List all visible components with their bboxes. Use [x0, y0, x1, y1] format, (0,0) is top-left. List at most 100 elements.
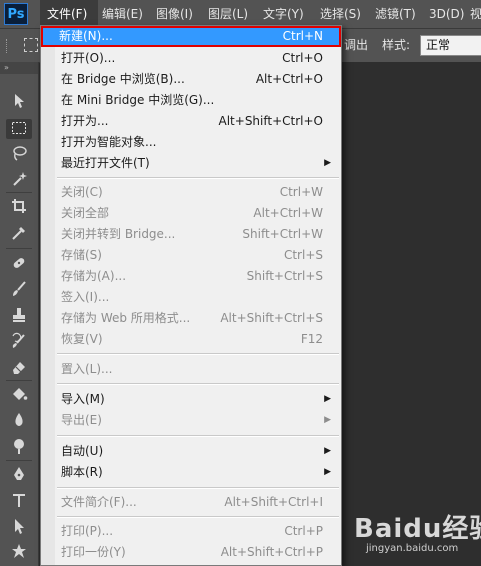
menu-image[interactable]: 图像(I) [156, 0, 193, 28]
menu-item-file-info[interactable]: 文件简介(F)... Alt+Shift+Ctrl+I [41, 492, 341, 513]
menu-item-label: 存储为 Web 所用格式... [61, 311, 191, 325]
menu-view[interactable]: 视 [470, 0, 481, 28]
menu-item-label: 打开为智能对象... [61, 135, 157, 149]
eyedropper-tool-icon[interactable] [6, 224, 32, 244]
menu-item-close-all[interactable]: 关闭全部 Alt+Ctrl+W [41, 203, 341, 224]
move-tool-icon[interactable] [6, 92, 32, 112]
menu-item-new[interactable]: 新建(N)... Ctrl+N [41, 26, 341, 47]
menu-separator [57, 383, 339, 385]
menu-edit[interactable]: 编辑(E) [102, 0, 143, 28]
clone-stamp-tool-icon[interactable] [6, 306, 32, 326]
custom-shape-tool-icon[interactable] [6, 542, 32, 562]
menu-item-shortcut: Shift+Ctrl+W [242, 227, 323, 241]
magic-wand-tool-icon[interactable] [6, 170, 32, 190]
menu-item-close[interactable]: 关闭(C) Ctrl+W [41, 182, 341, 203]
menu-separator [57, 353, 339, 355]
tool-divider [6, 192, 32, 193]
photoshop-logo: Ps [4, 3, 28, 25]
marquee-preset-icon[interactable] [24, 38, 38, 52]
baidu-jingyan-watermark: Baidu经验 [354, 514, 481, 544]
type-tool-icon[interactable] [6, 491, 32, 511]
menu-item-print-one-copy[interactable]: 打印一份(Y) Alt+Shift+Ctrl+P [41, 542, 341, 563]
menu-item-open-as-smart-object[interactable]: 打开为智能对象... [41, 132, 341, 153]
healing-brush-tool-icon[interactable] [6, 254, 32, 274]
menu-separator [57, 516, 339, 518]
menu-layer[interactable]: 图层(L) [208, 0, 248, 28]
menu-item-shortcut: Alt+Ctrl+O [255, 72, 323, 86]
menu-item-print[interactable]: 打印(P)... Ctrl+P [41, 521, 341, 542]
style-select[interactable]: 正常 [420, 35, 481, 56]
menu-item-label: 导入(M) [61, 392, 105, 406]
lasso-tool-icon[interactable] [6, 144, 32, 164]
submenu-arrow-icon: ▶ [324, 467, 331, 477]
menu-item-shortcut: Alt+Shift+Ctrl+I [224, 495, 323, 509]
menu-item-save-for-web[interactable]: 存储为 Web 所用格式... Alt+Shift+Ctrl+S [41, 308, 341, 329]
style-label: 样式: [382, 38, 411, 52]
menu-item-label: 最近打开文件(T) [61, 156, 150, 170]
menu-item-shortcut: Shift+Ctrl+S [246, 269, 323, 283]
menu-item-save-as[interactable]: 存储为(A)... Shift+Ctrl+S [41, 266, 341, 287]
menu-item-label: 文件简介(F)... [61, 495, 137, 509]
menu-item-shortcut: Alt+Shift+Ctrl+P [220, 545, 323, 559]
document-canvas-area[interactable] [342, 62, 481, 566]
menu-item-shortcut: Alt+Shift+Ctrl+O [218, 114, 323, 128]
menu-type[interactable]: 文字(Y) [263, 0, 304, 28]
blur-tool-icon[interactable] [6, 411, 32, 431]
menu-item-browse-in-bridge[interactable]: 在 Bridge 中浏览(B)... Alt+Ctrl+O [41, 69, 341, 90]
file-menu-dropdown: 新建(N)... Ctrl+N 打开(O)... Ctrl+O 在 Bridge… [40, 25, 342, 566]
menu-item-label: 签入(I)... [61, 290, 110, 304]
brush-tool-icon[interactable] [6, 280, 32, 300]
menu-item-shortcut: Ctrl+W [279, 185, 323, 199]
menu-item-shortcut: Ctrl+N [282, 29, 323, 43]
menu-item-label: 导出(E) [61, 413, 102, 427]
menu-item-import[interactable]: 导入(M) ▶ [41, 389, 341, 410]
menu-item-close-and-go-to-bridge[interactable]: 关闭并转到 Bridge... Shift+Ctrl+W [41, 224, 341, 245]
menu-separator [57, 435, 339, 437]
menu-item-open-recent[interactable]: 最近打开文件(T) ▶ [41, 153, 341, 174]
rectangular-marquee-tool-icon[interactable] [6, 119, 32, 139]
tool-divider [6, 248, 32, 249]
tool-divider [6, 380, 32, 381]
menu-separator [57, 487, 339, 489]
menu-item-open[interactable]: 打开(O)... Ctrl+O [41, 48, 341, 69]
menu-item-label: 存储(S) [61, 248, 102, 262]
menu-item-shortcut: F12 [300, 332, 323, 346]
menu-3d[interactable]: 3D(D) [429, 0, 464, 28]
tool-divider [6, 460, 32, 461]
menu-item-label: 自动(U) [61, 444, 104, 458]
menu-item-export[interactable]: 导出(E) ▶ [41, 410, 341, 431]
paint-bucket-tool-icon[interactable] [6, 385, 32, 405]
submenu-arrow-icon: ▶ [324, 446, 331, 456]
dodge-tool-icon[interactable] [6, 437, 32, 457]
history-brush-tool-icon[interactable] [6, 332, 32, 352]
eraser-tool-icon[interactable] [6, 358, 32, 378]
menu-item-label: 打开(O)... [61, 51, 116, 65]
menu-item-label: 关闭(C) [61, 185, 103, 199]
menu-item-save[interactable]: 存储(S) Ctrl+S [41, 245, 341, 266]
panel-collapse-handle[interactable]: » [0, 62, 38, 74]
options-partial-label: 调出 [344, 38, 369, 52]
menu-item-label: 新建(N)... [59, 29, 113, 43]
menu-select[interactable]: 选择(S) [320, 0, 361, 28]
menu-item-shortcut: Ctrl+P [284, 524, 323, 538]
menu-item-place[interactable]: 置入(L)... [41, 359, 341, 380]
menu-filter[interactable]: 滤镜(T) [375, 0, 416, 28]
menu-item-open-as[interactable]: 打开为... Alt+Shift+Ctrl+O [41, 111, 341, 132]
menu-item-label: 存储为(A)... [61, 269, 127, 283]
menu-item-label: 恢复(V) [61, 332, 103, 346]
menu-item-label: 在 Mini Bridge 中浏览(G)... [61, 93, 215, 107]
menu-item-automate[interactable]: 自动(U) ▶ [41, 441, 341, 462]
pen-tool-icon[interactable] [6, 465, 32, 485]
menu-item-label: 打印一份(Y) [61, 545, 126, 559]
menu-separator [57, 177, 339, 179]
crop-tool-icon[interactable] [6, 197, 32, 217]
submenu-arrow-icon: ▶ [324, 394, 331, 404]
menu-item-check-in[interactable]: 签入(I)... [41, 287, 341, 308]
options-grip [6, 39, 9, 53]
menu-item-shortcut: Alt+Ctrl+W [253, 206, 323, 220]
menu-item-scripts[interactable]: 脚本(R) ▶ [41, 462, 341, 483]
path-selection-tool-icon[interactable] [6, 517, 32, 537]
menu-file[interactable]: 文件(F) [40, 0, 98, 28]
menu-item-revert[interactable]: 恢复(V) F12 [41, 329, 341, 350]
menu-item-browse-in-mini-bridge[interactable]: 在 Mini Bridge 中浏览(G)... [41, 90, 341, 111]
